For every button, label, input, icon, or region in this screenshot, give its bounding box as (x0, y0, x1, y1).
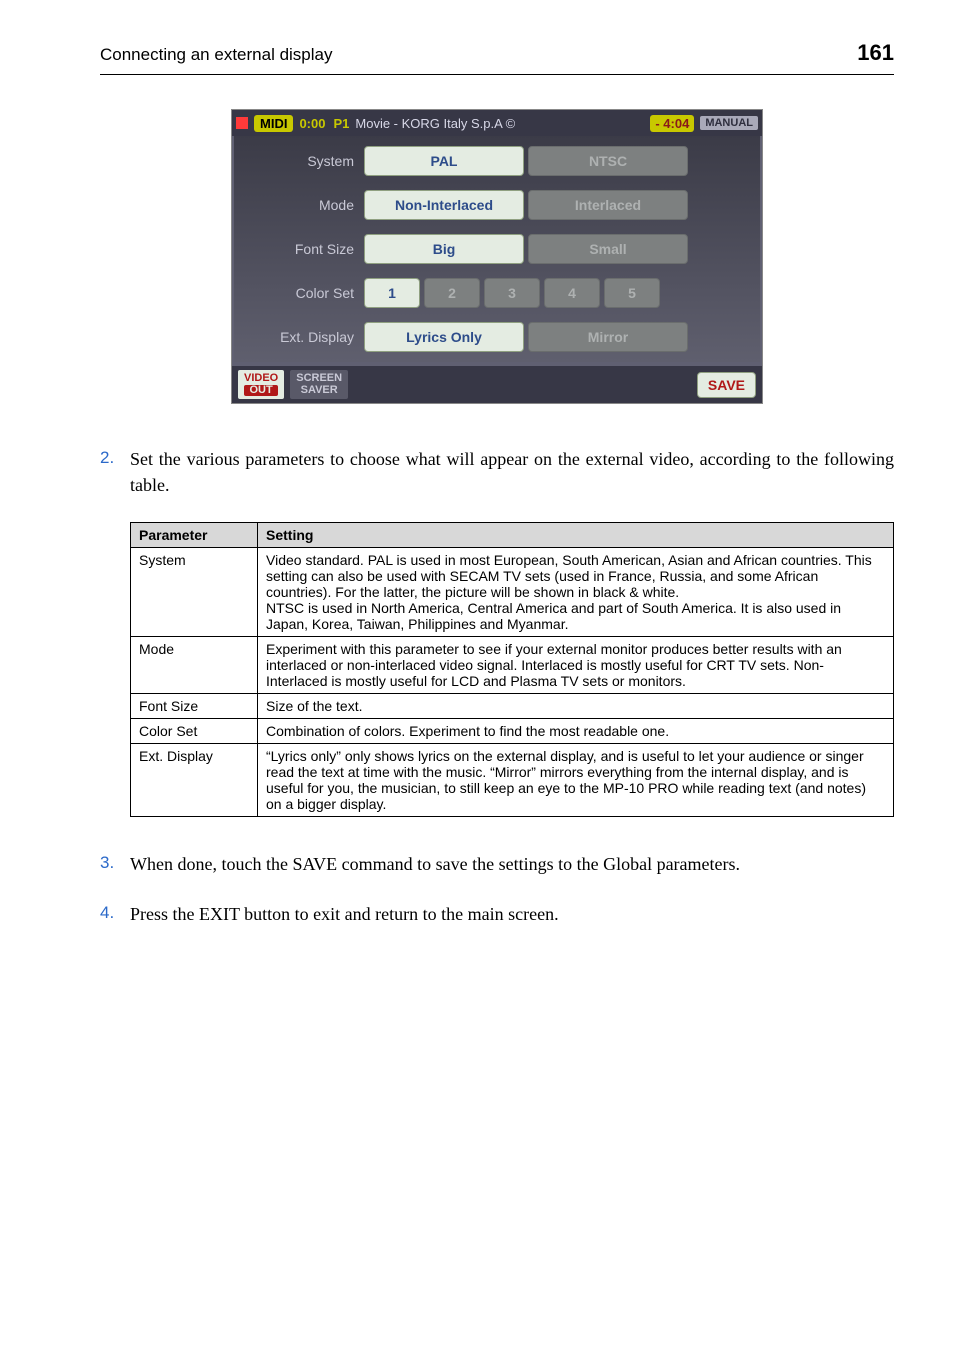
step-4-number: 4. (100, 901, 130, 927)
row-system: System PAL NTSC (244, 146, 750, 176)
track-name: Movie - KORG Italy S.p.A © (355, 116, 515, 131)
row-ext-display: Ext. Display Lyrics Only Mirror (244, 322, 750, 352)
step-3: 3. When done, touch the SAVE command to … (100, 851, 894, 877)
cell-param-color-set: Color Set (131, 719, 258, 744)
manual-badge: MANUAL (700, 116, 758, 130)
tab-screen-saver[interactable]: SCREEN SAVER (290, 370, 348, 399)
cell-setting-color-set: Combination of colors. Experiment to fin… (258, 719, 894, 744)
p1-label: P1 (333, 116, 349, 131)
row-font-size: Font Size Big Small (244, 234, 750, 264)
step-2: 2. Set the various parameters to choose … (100, 446, 894, 498)
tab-video-line2: OUT (244, 385, 278, 396)
label-system: System (244, 153, 364, 169)
tab-screen-line1: SCREEN (296, 372, 342, 384)
cell-setting-system: Video standard. PAL is used in most Euro… (258, 548, 894, 637)
label-font-size: Font Size (244, 241, 364, 257)
tab-video-out[interactable]: VIDEO OUT (238, 370, 284, 399)
table-row: System Video standard. PAL is used in mo… (131, 548, 894, 637)
header-rule (100, 74, 894, 75)
tab-video-line1: VIDEO (244, 372, 278, 384)
cell-param-mode: Mode (131, 637, 258, 694)
tab-screen-line2: SAVER (301, 384, 338, 396)
stop-icon (236, 117, 248, 129)
system-pal-button[interactable]: PAL (364, 146, 524, 176)
th-setting: Setting (258, 523, 894, 548)
colorset-5-button[interactable]: 5 (604, 278, 660, 308)
cell-setting-font-size: Size of the text. (258, 694, 894, 719)
parameter-table: Parameter Setting System Video standard.… (130, 522, 894, 817)
colorset-1-button[interactable]: 1 (364, 278, 420, 308)
step-4-text: Press the EXIT button to exit and return… (130, 901, 894, 927)
cell-setting-ext-display: “Lyrics only” only shows lyrics on the e… (258, 744, 894, 817)
system-ntsc-button[interactable]: NTSC (528, 146, 688, 176)
row-color-set: Color Set 1 2 3 4 5 (244, 278, 750, 308)
step-4: 4. Press the EXIT button to exit and ret… (100, 901, 894, 927)
elapsed-time: 0:00 (299, 116, 325, 131)
colorset-4-button[interactable]: 4 (544, 278, 600, 308)
device-ui: MIDI 0:00 P1 Movie - KORG Italy S.p.A © … (231, 109, 763, 404)
font-small-button[interactable]: Small (528, 234, 688, 264)
save-button[interactable]: SAVE (697, 372, 756, 398)
row-mode: Mode Non-Interlaced Interlaced (244, 190, 750, 220)
cell-param-ext-display: Ext. Display (131, 744, 258, 817)
header-page-number: 161 (857, 40, 894, 66)
page-header: Connecting an external display 161 (100, 40, 894, 66)
table-row: Mode Experiment with this parameter to s… (131, 637, 894, 694)
extdisplay-lyrics-button[interactable]: Lyrics Only (364, 322, 524, 352)
extdisplay-mirror-button[interactable]: Mirror (528, 322, 688, 352)
table-row: Color Set Combination of colors. Experim… (131, 719, 894, 744)
remaining-time: - 4:04 (650, 115, 694, 132)
ui-titlebar: MIDI 0:00 P1 Movie - KORG Italy S.p.A © … (232, 110, 762, 136)
mode-noninterlaced-button[interactable]: Non-Interlaced (364, 190, 524, 220)
label-mode: Mode (244, 197, 364, 213)
cell-setting-mode: Experiment with this parameter to see if… (258, 637, 894, 694)
mode-interlaced-button[interactable]: Interlaced (528, 190, 688, 220)
cell-param-system: System (131, 548, 258, 637)
font-big-button[interactable]: Big (364, 234, 524, 264)
cell-param-font-size: Font Size (131, 694, 258, 719)
header-title: Connecting an external display (100, 45, 332, 65)
ui-footer: VIDEO OUT SCREEN SAVER SAVE (232, 364, 762, 403)
step-2-text: Set the various parameters to choose wha… (130, 446, 894, 498)
midi-badge: MIDI (254, 115, 293, 132)
step-3-number: 3. (100, 851, 130, 877)
label-color-set: Color Set (244, 285, 364, 301)
colorset-3-button[interactable]: 3 (484, 278, 540, 308)
step-2-number: 2. (100, 446, 130, 498)
ui-body: System PAL NTSC Mode Non-Interlaced Inte… (232, 136, 762, 364)
th-parameter: Parameter (131, 523, 258, 548)
step-3-text: When done, touch the SAVE command to sav… (130, 851, 894, 877)
label-ext-display: Ext. Display (244, 329, 364, 345)
colorset-2-button[interactable]: 2 (424, 278, 480, 308)
table-row: Font Size Size of the text. (131, 694, 894, 719)
table-row: Ext. Display “Lyrics only” only shows ly… (131, 744, 894, 817)
